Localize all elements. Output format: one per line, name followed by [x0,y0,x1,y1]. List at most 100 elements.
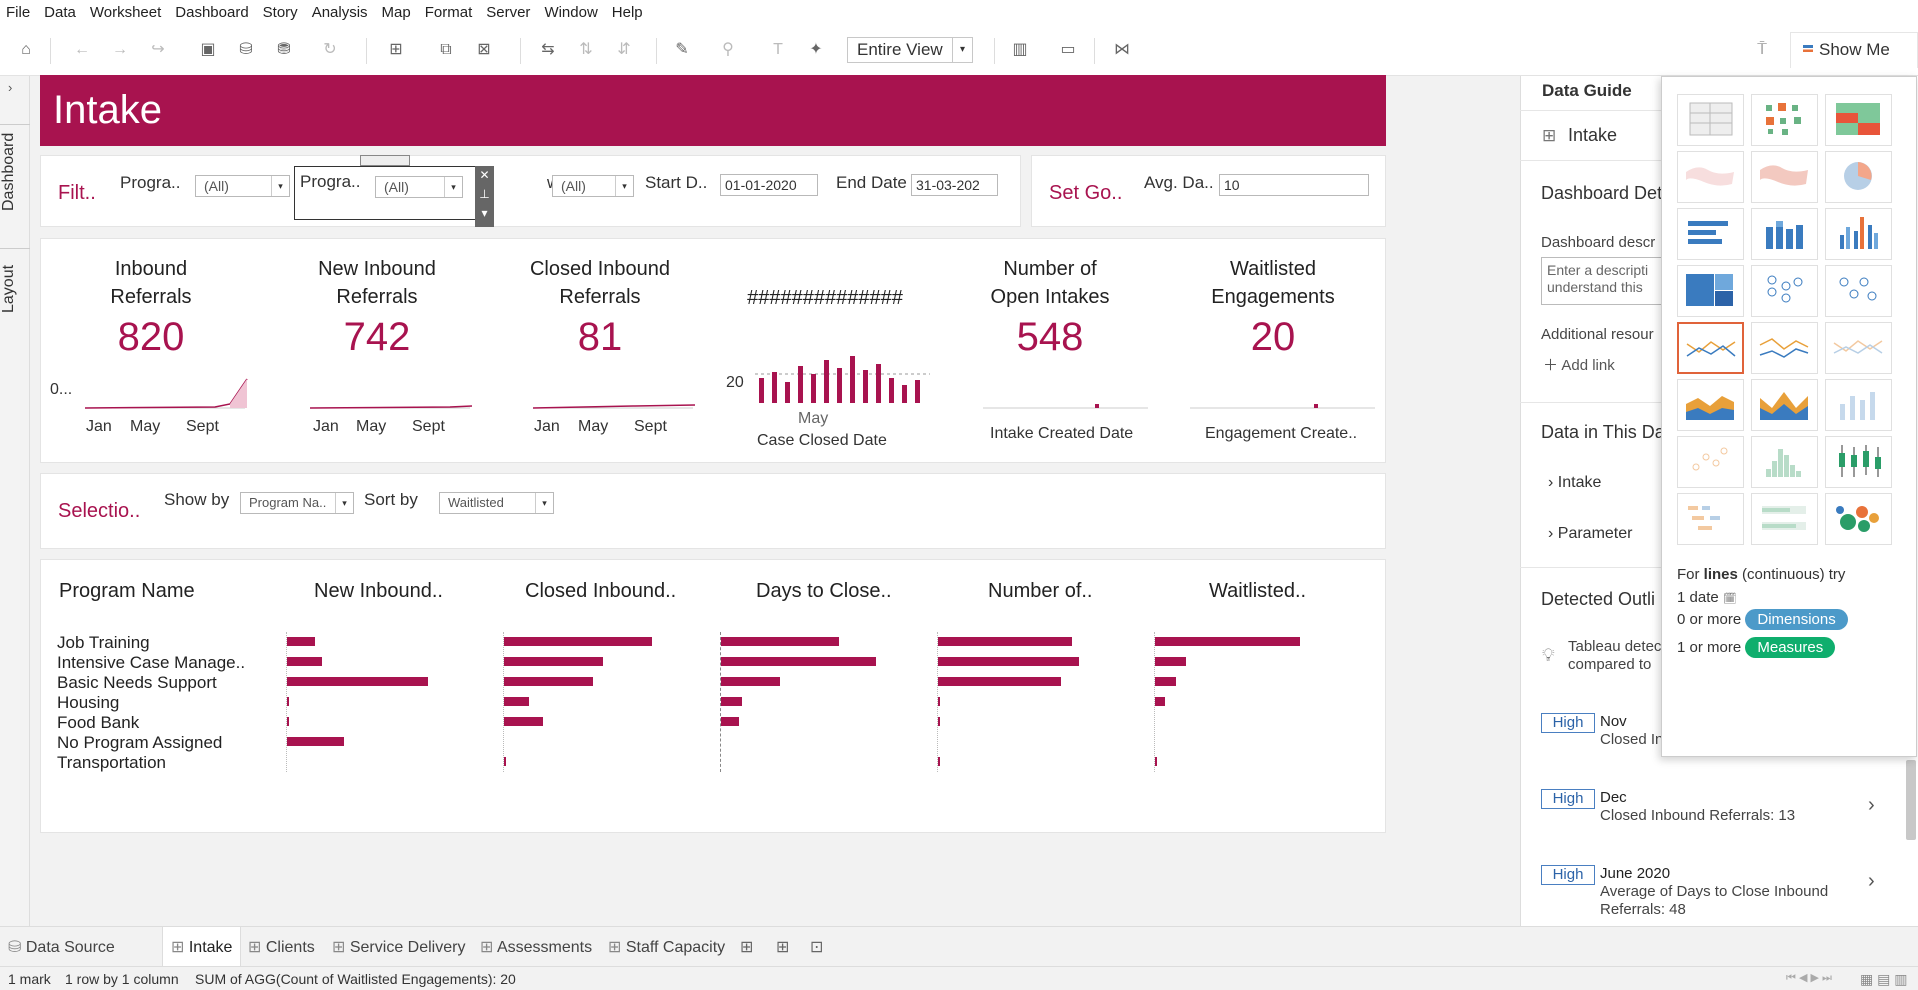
table-bar[interactable] [721,637,839,646]
table-bar[interactable] [504,757,506,766]
pin-icon[interactable]: ✦ [804,38,828,62]
scatter-plot-chart-option[interactable] [1677,436,1744,488]
menu-dashboard[interactable]: Dashboard [175,4,248,21]
menu-data[interactable]: Data [44,4,76,21]
new-worksheet-icon[interactable]: ⊞ [740,937,753,957]
column-header[interactable]: Closed Inbound.. [525,580,676,603]
side-by-side-bars-chart-option[interactable] [1825,208,1892,260]
page-nav-icons[interactable]: ⏮ ◀ ▶ ⏭ [1786,971,1832,985]
outlier-title[interactable]: June 2020 [1600,865,1670,882]
filled-map-chart-option[interactable] [1751,151,1818,203]
area-continuous-chart-option[interactable] [1677,379,1744,431]
table-row-label[interactable]: Basic Needs Support [57,673,217,693]
continuous-lines-chart-option[interactable] [1677,322,1744,374]
save-icon[interactable]: ▣ [196,38,220,62]
tab-staff-capacity[interactable]: ⊞ Staff Capacity [608,937,725,957]
packed-bubbles-chart-option[interactable] [1825,493,1892,545]
owner-filter-dropdown[interactable]: (All) ▾ [552,175,634,197]
sort-asc-icon[interactable]: ⇅ [574,38,598,62]
table-bar[interactable] [1155,677,1176,686]
column-header[interactable]: Days to Close.. [756,580,892,603]
table-row-label[interactable]: Job Training [57,633,150,653]
table-bar[interactable] [938,637,1072,646]
expand-icon[interactable]: › [8,80,12,95]
table-bar[interactable] [504,677,593,686]
table-bar[interactable] [287,737,344,746]
table-bar[interactable] [287,717,289,726]
menu-file[interactable]: File [6,4,30,21]
horizontal-bars-chart-option[interactable] [1677,208,1744,260]
chevron-right-icon[interactable]: › [1868,794,1875,817]
table-row-label[interactable]: Intensive Case Manage.. [57,653,245,673]
table-row-label[interactable]: Housing [57,693,119,713]
paint-icon[interactable]: ⍑ [1750,38,1774,62]
outlier-title[interactable]: Dec [1600,789,1627,806]
duplicate-sheet-icon[interactable]: ⧉ [434,38,458,62]
refresh-icon[interactable]: ↻ [318,38,342,62]
table-row-label[interactable]: Food Bank [57,713,139,733]
table-bar[interactable] [721,677,780,686]
fit-dropdown[interactable]: Entire View ▾ [847,37,973,63]
clear-sheet-icon[interactable]: ⊠ [472,38,496,62]
table-bar[interactable] [1155,697,1165,706]
table-bar[interactable] [287,637,315,646]
table-bar[interactable] [504,717,543,726]
menu-story[interactable]: Story [263,4,298,21]
area-discrete-chart-option[interactable] [1751,379,1818,431]
selection-controls[interactable]: ✕ ⊥ ▾ [475,166,494,227]
circle-views-chart-option[interactable] [1751,265,1818,317]
discrete-lines-chart-option[interactable] [1751,322,1818,374]
menu-format[interactable]: Format [425,4,473,21]
column-header[interactable]: Waitlisted.. [1209,580,1306,603]
close-icon[interactable]: ✕ [475,166,494,185]
table-bar[interactable] [938,657,1079,666]
group-icon[interactable]: ⚲ [716,38,740,62]
pause-updates-icon[interactable]: ⛃ [272,38,296,62]
sort-by-dropdown[interactable]: Waitlisted ▾ [439,492,554,514]
new-worksheet-icon[interactable]: ⊞ [384,38,408,62]
program-filter-dropdown[interactable]: (All) ▾ [375,176,463,198]
tab-dashboard[interactable]: Dashboard [0,124,30,219]
dashboard-description-input[interactable]: Enter a descripti understand this [1541,257,1662,305]
sort-desc-icon[interactable]: ⇵ [612,38,636,62]
menu-map[interactable]: Map [382,4,411,21]
avg-days-input[interactable]: 10 [1219,174,1369,196]
program-filter-selected[interactable]: Progra.. (All) ▾ [294,166,477,220]
menu-help[interactable]: Help [612,4,643,21]
gantt-chart-option[interactable] [1677,493,1744,545]
home-icon[interactable]: ⌂ [14,38,38,62]
table-bar[interactable] [287,677,428,686]
table-row-label[interactable]: No Program Assigned [57,733,222,753]
data-item-parameters[interactable]: › Parameter [1548,525,1632,543]
table-bar[interactable] [721,717,739,726]
table-bar[interactable] [1155,637,1300,646]
text-table-chart-option[interactable] [1677,94,1744,146]
view-mode-icons[interactable]: ▦ ▤ ▥ [1860,971,1907,988]
pin-icon[interactable]: ⊥ [475,185,494,204]
menu-worksheet[interactable]: Worksheet [90,4,161,21]
more-options-icon[interactable]: ▾ [475,204,494,223]
end-date-input[interactable]: 31-03-202 [911,174,998,196]
table-bar[interactable] [938,697,940,706]
pie-chart-option[interactable] [1825,151,1892,203]
highlight-table-chart-option[interactable] [1825,94,1892,146]
treemap-chart-option[interactable] [1677,265,1744,317]
start-date-input[interactable]: 01-01-2020 [720,174,818,196]
column-header[interactable]: New Inbound.. [314,580,443,603]
highlight-icon[interactable]: ✎ [670,38,694,62]
undo-icon[interactable]: ← [70,38,94,62]
table-bar[interactable] [721,697,742,706]
tab-service-delivery[interactable]: ⊞ Service Delivery [332,937,465,957]
bullet-graph-chart-option[interactable] [1751,493,1818,545]
show-me-button[interactable]: Show Me [1790,32,1918,68]
tab-assessments[interactable]: ⊞ Assessments [480,937,592,957]
tab-clients[interactable]: ⊞ Clients [248,937,315,957]
new-datasource-icon[interactable]: ⛁ [234,38,258,62]
menu-window[interactable]: Window [544,4,597,21]
data-item-intake[interactable]: › Intake [1548,474,1601,492]
column-header[interactable]: Number of.. [988,580,1092,603]
table-bar[interactable] [1155,657,1186,666]
stacked-bars-chart-option[interactable] [1751,208,1818,260]
heat-map-chart-option[interactable] [1751,94,1818,146]
box-whisker-chart-option[interactable] [1825,436,1892,488]
